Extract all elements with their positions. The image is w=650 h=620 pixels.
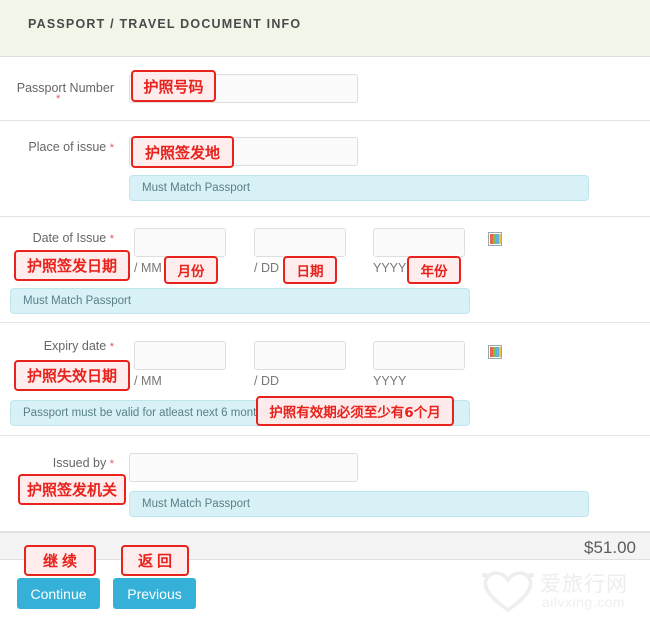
- annotation-place-of-issue: 护照签发地: [131, 136, 234, 168]
- price-bar: $51.00: [0, 532, 650, 560]
- watermark-brand: 爱旅行网: [540, 572, 628, 596]
- annotation-date-of-issue-month: 月份: [164, 256, 218, 284]
- date-of-issue-label-text: Date of Issue: [32, 231, 107, 245]
- annotation-date-of-issue-day: 日期: [283, 256, 337, 284]
- expiry-date-month-input[interactable]: [134, 341, 226, 370]
- total-price: $51.00: [584, 538, 636, 557]
- page-title: PASSPORT / TRAVEL DOCUMENT INFO: [28, 17, 302, 31]
- date-of-issue-calendar-picker-icon[interactable]: [488, 232, 502, 246]
- date-of-issue-label: Date of Issue *: [0, 231, 114, 245]
- passport-number-label-text: Passport Number: [16, 81, 114, 95]
- annotation-issued-by: 护照签发机关: [18, 474, 126, 505]
- date-of-issue-month-input[interactable]: [134, 228, 226, 257]
- issued-by-label: Issued by *: [0, 456, 114, 470]
- expiry-date-day-separator: / DD: [254, 374, 279, 388]
- expiry-date-month-separator: / MM: [134, 374, 162, 388]
- date-of-issue-hint-text: Must Match Passport: [23, 295, 132, 307]
- date-of-issue-day-input[interactable]: [254, 228, 346, 257]
- expiry-date-required-mark: *: [109, 341, 114, 353]
- expiry-date-label: Expiry date *: [0, 339, 114, 353]
- issued-by-label-text: Issued by: [52, 456, 107, 470]
- previous-button[interactable]: Previous: [113, 578, 196, 609]
- passport-info-form: PASSPORT / TRAVEL DOCUMENT INFO Passport…: [0, 0, 650, 620]
- place-of-issue-hint: Must Match Passport: [129, 175, 589, 201]
- date-of-issue-required-mark: *: [109, 233, 114, 245]
- date-of-issue-day-separator: / DD: [254, 261, 279, 275]
- watermark-domain: ailvxing.com: [542, 594, 626, 610]
- annotation-continue-button: 继续: [24, 545, 96, 576]
- annotation-expiry-date: 护照失效日期: [14, 360, 130, 391]
- annotation-previous-button: 返回: [121, 545, 189, 576]
- issued-by-input[interactable]: [129, 453, 358, 482]
- passport-number-required-mark: *: [56, 93, 61, 105]
- place-of-issue-hint-text: Must Match Passport: [142, 182, 251, 194]
- expiry-date-year-input[interactable]: [373, 341, 465, 370]
- place-of-issue-required-mark: *: [109, 142, 114, 154]
- date-of-issue-year-separator: YYYY: [373, 261, 407, 275]
- row-place-of-issue: Place of issue * Must Match Passport: [0, 121, 650, 217]
- issued-by-required-mark: *: [109, 458, 114, 470]
- heart-logo-icon: [481, 571, 535, 613]
- date-of-issue-year-input[interactable]: [373, 228, 465, 257]
- date-of-issue-hint: Must Match Passport: [10, 288, 470, 314]
- place-of-issue-label-text: Place of issue: [28, 140, 107, 154]
- section-header: PASSPORT / TRAVEL DOCUMENT INFO: [0, 0, 650, 57]
- annotation-passport-number: 护照号码: [131, 70, 216, 102]
- row-passport-number: Passport Number *: [0, 57, 650, 121]
- place-of-issue-label: Place of issue *: [0, 140, 114, 154]
- continue-button[interactable]: Continue: [17, 578, 100, 609]
- expiry-date-hint-text: Passport must be valid for atleast next …: [23, 407, 269, 419]
- annotation-date-of-issue: 护照签发日期: [14, 250, 130, 281]
- expiry-date-day-input[interactable]: [254, 341, 346, 370]
- expiry-date-label-text: Expiry date: [43, 339, 107, 353]
- issued-by-hint-text: Must Match Passport: [142, 498, 251, 510]
- issued-by-hint: Must Match Passport: [129, 491, 589, 517]
- annotation-expiry-hint: 护照有效期必须至少有6个月: [256, 396, 454, 426]
- date-of-issue-month-separator: / MM: [134, 261, 162, 275]
- expiry-date-year-separator: YYYY: [373, 374, 407, 388]
- annotation-date-of-issue-year: 年份: [407, 256, 461, 284]
- expiry-date-calendar-picker-icon[interactable]: [488, 345, 502, 359]
- site-watermark: 爱旅行网 ailvxing.com: [478, 566, 650, 618]
